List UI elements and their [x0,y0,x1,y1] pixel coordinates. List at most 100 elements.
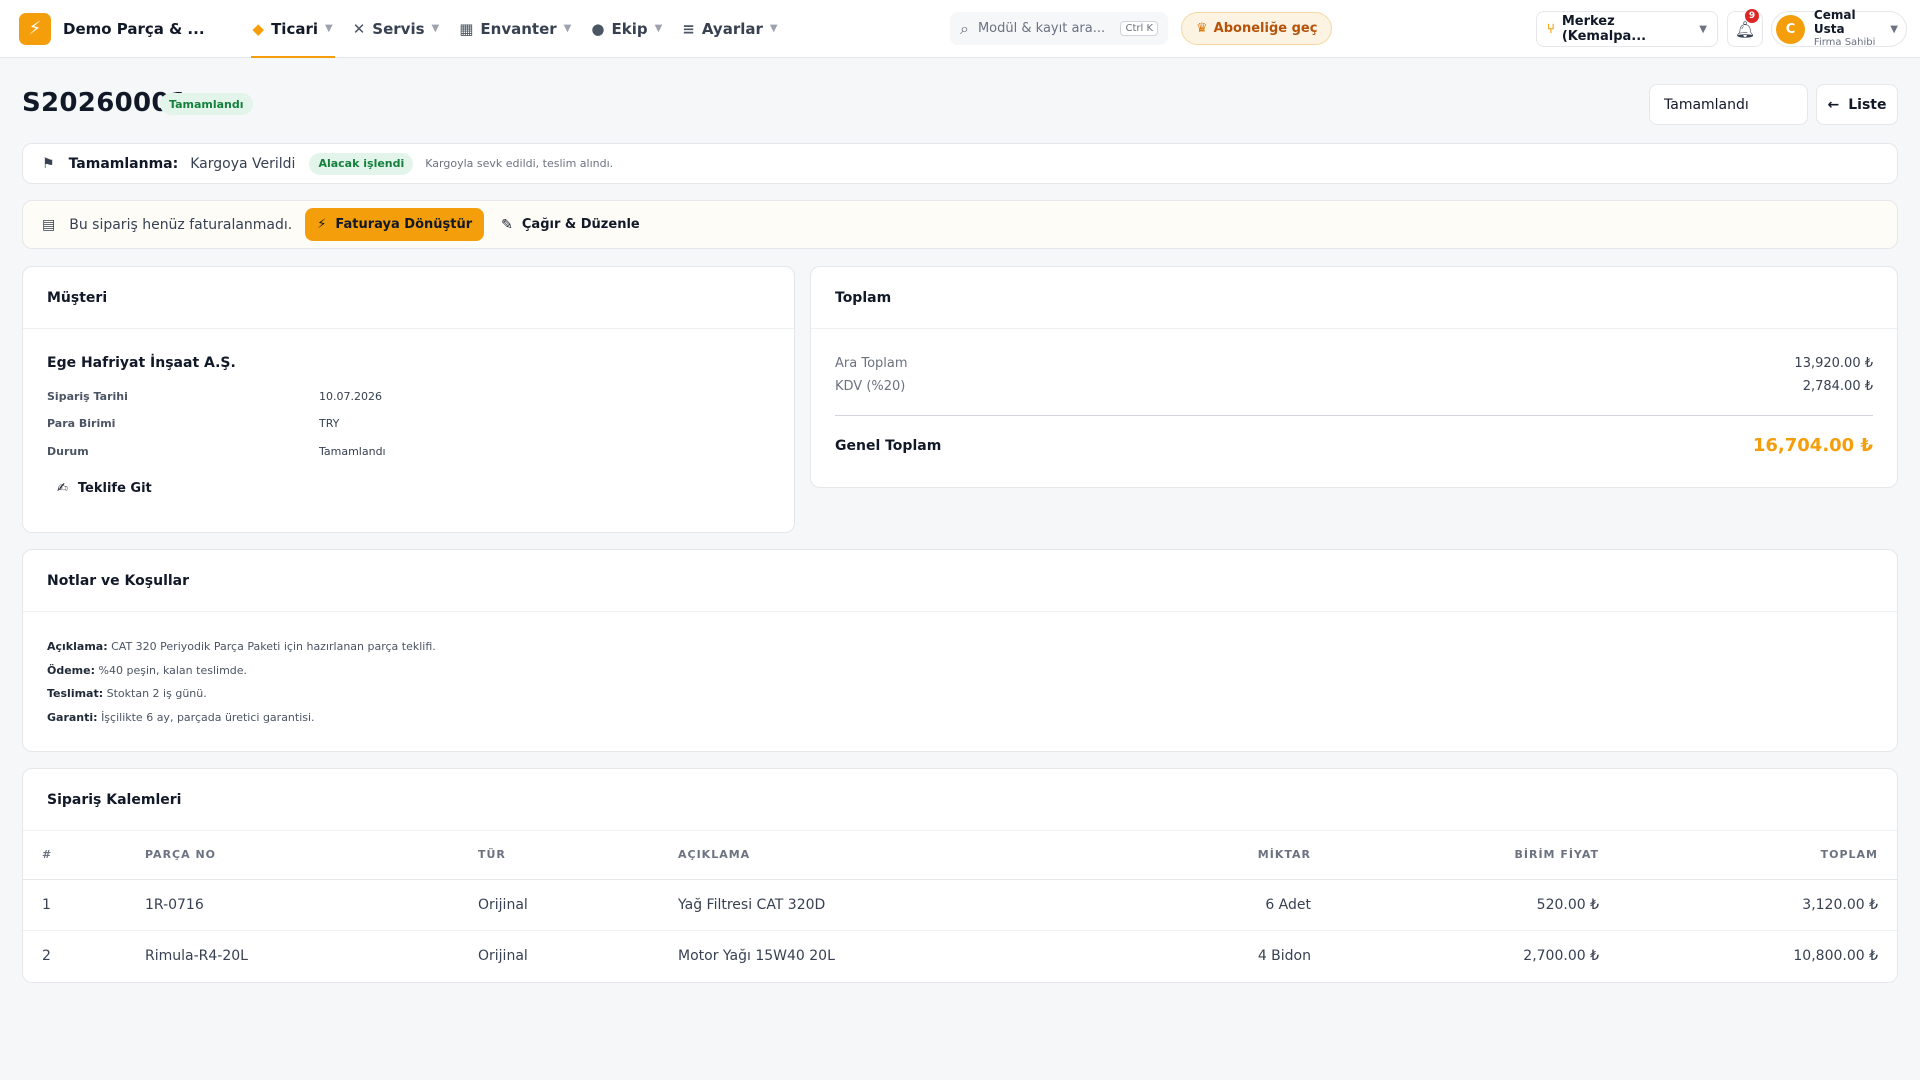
customer-card: Müşteri Ege Hafriyat İnşaat A.Ş. Sipariş… [22,266,795,533]
company-name: Demo Parça & ... [63,19,205,38]
branch-label: Merkez (Kemalpa... [1561,14,1647,44]
cell-index: 1 [23,879,126,931]
cell-total: 10,800.00 ₺ [1793,947,1878,964]
grand-total-row: Genel Toplam 16,704.00 ₺ [835,435,1873,456]
card-title: Sipariş Kalemleri [23,769,1897,831]
notification-count-badge: 9 [1745,9,1759,23]
subtotal-label: Ara Toplam [835,356,908,371]
avatar: C [1776,14,1805,44]
completion-value: Kargoya Verildi [190,155,296,172]
nav-servis[interactable]: ✕ Servis ▼ [343,0,450,58]
users-icon: ● [591,19,605,38]
items-table: # PARÇA NO TÜR AÇIKLAMA MİKTAR BİRİM FİY… [23,831,1897,981]
col-index: # [23,831,126,880]
flag-icon: ⚑ [42,155,55,172]
brand[interactable]: ⚡ Demo Parça & ... [19,12,205,45]
note-key: Açıklama: [47,640,108,653]
edit-label: Çağır & Düzenle [521,217,640,232]
list-button-label: Liste [1848,96,1887,113]
customer-name: Ege Hafriyat İnşaat A.Ş. [47,355,236,371]
vat-label: KDV (%20) [835,379,906,394]
cell-description: Motor Yağı 15W40 20L [678,947,835,964]
notifications-button[interactable]: 🔔︎ 9 [1727,9,1763,47]
field-key: Para Birimi [47,417,116,430]
upgrade-label: Aboneliğe geç [1213,21,1318,36]
col-quantity: MİKTAR [1045,831,1330,880]
search-icon: ⌕ [960,18,969,38]
nav-envanter[interactable]: ▦ Envanter ▼ [449,0,581,58]
note-key: Garanti: [47,711,98,724]
field-key: Sipariş Tarihi [47,390,128,403]
invoice-bar: ▤ Bu sipariş henüz faturalanmadı. ⚡ Fatu… [22,200,1898,249]
search-placeholder: Modül & kayıt ara... [977,21,1106,36]
field-value: 10.07.2026 [319,390,382,403]
subtotal-row: Ara Toplam 13,920.00 ₺ [835,356,1873,371]
shortcut-hint: Ctrl K [1120,21,1158,36]
notes-card: Notlar ve Koşullar Açıklama: CAT 320 Per… [22,549,1898,752]
table-row[interactable]: 2 Rimula-R4-20L Orijinal Motor Yağı 15W4… [23,930,1897,981]
note-line: Garanti: İşçilikte 6 ay, parçada üretici… [47,711,315,724]
status-badge: Tamamlandı [160,93,253,115]
cell-quantity: 4 Bidon [1257,947,1311,964]
recall-edit-button[interactable]: ✎ Çağır & Düzenle [501,217,640,233]
card-title: Müşteri [23,267,794,329]
nav-label: Ayarlar [701,19,763,38]
user-menu[interactable]: C Cemal Usta Firma Sahibi ▼ [1771,9,1907,48]
col-total: TOPLAM [1618,831,1897,880]
chevron-down-icon: ▼ [431,23,440,34]
note-key: Teslimat: [47,687,104,700]
sliders-icon: ≡ [682,19,695,38]
upgrade-button[interactable]: ♛ Aboneliğe geç [1181,12,1333,45]
cell-part-no: Rimula-R4-20L [145,947,248,964]
handshake-icon: ◆ [252,19,265,38]
convert-to-invoice-button[interactable]: ⚡ Faturaya Dönüştür [305,208,485,241]
table-header-row: # PARÇA NO TÜR AÇIKLAMA MİKTAR BİRİM FİY… [23,831,1897,880]
cell-unit-price: 2,700.00 ₺ [1523,947,1599,964]
nav-label: Servis [372,19,425,38]
chevron-down-icon: ▼ [654,23,663,34]
chevron-down-icon: ▼ [563,23,572,34]
note-line: Açıklama: CAT 320 Periyodik Parça Paketi… [47,640,436,653]
go-to-quote-link[interactable]: ✍ Teklife Git [57,481,152,496]
lightning-logo-icon: ⚡ [19,12,51,45]
cell-total: 3,120.00 ₺ [1618,879,1897,931]
document-icon: ▤ [42,216,56,233]
cell-part-no: 1R-0716 [126,879,459,931]
nav-label: Envanter [480,19,557,38]
invoice-status-text: Bu sipariş henüz faturalanmadı. [69,216,293,233]
status-select[interactable]: Tamamlandı [1649,84,1808,125]
note-value: Stoktan 2 iş günü. [106,687,207,700]
note-value: %40 peşin, kalan teslimde. [98,664,248,677]
vat-row: KDV (%20) 2,784.00 ₺ [835,379,1873,394]
field-key: Durum [47,445,89,458]
branch-selector[interactable]: ⑂ Merkez (Kemalpa... ▼ [1536,11,1718,47]
col-part-no: PARÇA NO [126,831,459,880]
divider [835,415,1873,416]
totals-card: Toplam Ara Toplam 13,920.00 ₺ KDV (%20) … [810,266,1898,488]
note-value: CAT 320 Periyodik Parça Paketi için hazı… [111,640,436,653]
grand-total-value: 16,704.00 ₺ [1752,435,1873,456]
nav-label: Ticari [271,19,319,38]
chevron-down-icon: ▼ [325,23,333,34]
grand-total-label: Genel Toplam [835,437,942,454]
note-key: Ödeme: [47,664,96,677]
search-input[interactable]: ⌕ Modül & kayıt ara... Ctrl K [950,12,1168,45]
field-value: TRY [319,417,340,430]
receivable-badge: Alacak işlendi [309,152,414,175]
nav-ticari[interactable]: ◆ Ticari ▼ [243,0,343,58]
arrow-left-icon: ← [1827,96,1840,113]
chevron-down-icon: ▼ [769,23,778,34]
nav-ayarlar[interactable]: ≡ Ayarlar ▼ [672,0,787,58]
table-row[interactable]: 1 1R-0716 Orijinal Yağ Filtresi CAT 320D… [23,879,1897,931]
tools-icon: ✕ [352,19,366,38]
completion-note: Kargoyla sevk edildi, teslim alındı. [425,157,614,170]
card-title: Toplam [811,267,1897,329]
order-items-card: Sipariş Kalemleri # PARÇA NO TÜR AÇIKLAM… [22,768,1898,983]
col-type: TÜR [459,831,659,880]
col-description: AÇIKLAMA [659,831,1045,880]
nav-ekip[interactable]: ● Ekip ▼ [581,0,672,58]
back-to-list-button[interactable]: ← Liste [1816,84,1898,125]
cell-type: Orijinal [459,879,659,931]
convert-label: Faturaya Dönüştür [335,217,473,232]
quote-link-label: Teklife Git [77,481,152,496]
